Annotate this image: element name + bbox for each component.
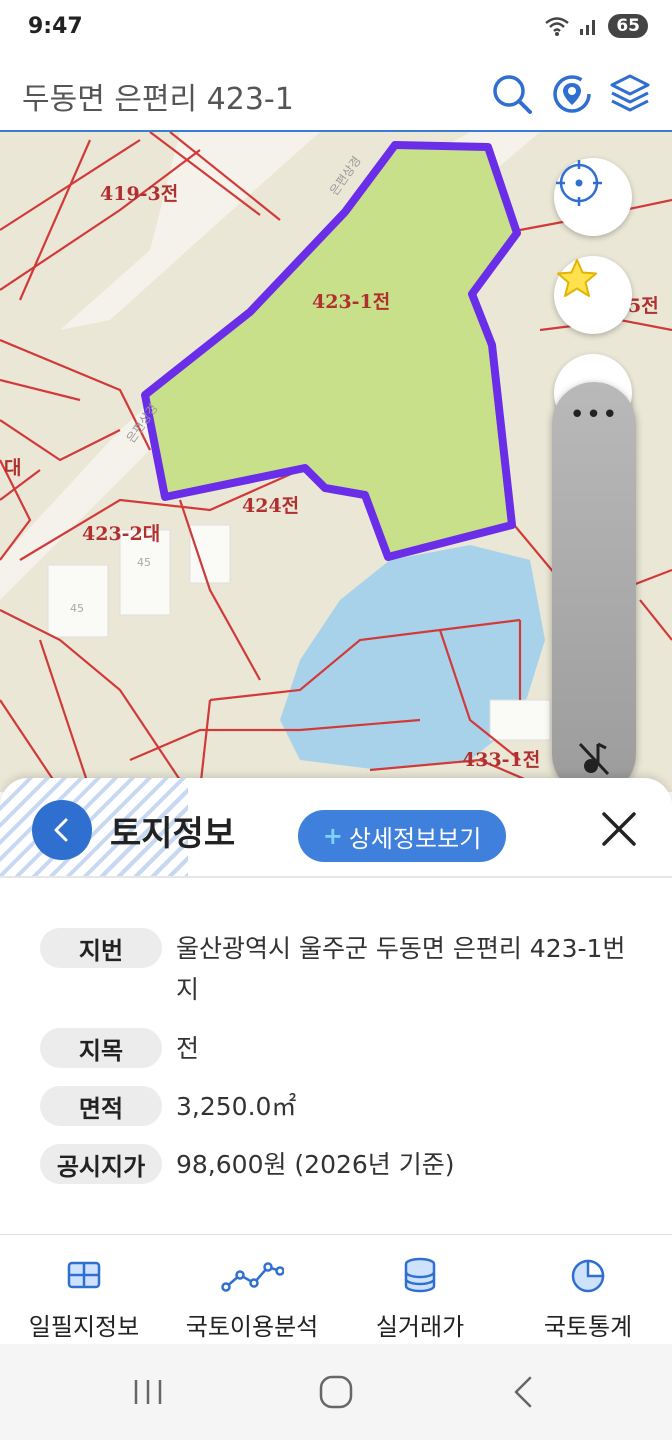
info-value: 전 [176, 1034, 200, 1063]
info-label: 지목 [40, 1028, 162, 1068]
info-value: 3,250.0㎡ [176, 1092, 297, 1121]
parcel-label: 대 [4, 457, 21, 479]
pie-chart-icon [571, 1259, 605, 1293]
info-label: 지번 [40, 928, 162, 968]
favorite-button[interactable] [554, 256, 632, 334]
close-icon[interactable] [596, 806, 642, 852]
parcel-label: 423-1전 [312, 291, 390, 313]
battery-indicator: 65 [608, 14, 648, 38]
plus-icon: + [322, 822, 343, 850]
nav-parcel-info[interactable]: 일필지정보 [0, 1235, 168, 1345]
nav-label: 일필지정보 [28, 1313, 140, 1341]
parcel-label: 433-1전 [462, 749, 540, 771]
address-title[interactable]: 두동면 은편리 423-1 [22, 74, 294, 118]
info-row-jimok: 지목 전 [40, 1028, 646, 1069]
nav-label: 실거래가 [375, 1313, 465, 1341]
wifi-icon [545, 17, 570, 36]
back-nav-icon[interactable] [500, 1368, 548, 1416]
building [189, 524, 231, 584]
star-icon [557, 259, 597, 297]
database-icon [404, 1257, 436, 1293]
info-row-area: 면적 3,250.0㎡ [40, 1086, 646, 1127]
building-label: 45 [70, 602, 84, 615]
divider [0, 876, 672, 878]
info-value: 울산광역시 울주군 두동면 은편리 423-1번지 [176, 934, 626, 1004]
bottom-navigation: 일필지정보 국토이용분석 실거래가 국토통계 [0, 1234, 672, 1344]
layers-icon[interactable] [606, 70, 654, 118]
home-icon[interactable] [312, 1368, 360, 1416]
location-refresh-icon[interactable] [548, 70, 596, 118]
parcel-label: 423-2대 [82, 523, 160, 545]
status-time: 9:47 [28, 14, 83, 39]
info-row-jibun: 지번 울산광역시 울주군 두동면 은편리 423-1번지 [40, 928, 646, 1010]
nav-land-statistics[interactable]: 국토통계 [504, 1235, 672, 1345]
nav-real-transaction[interactable]: 실거래가 [336, 1235, 504, 1345]
signal-icon [580, 20, 596, 35]
mute-music-icon[interactable] [574, 738, 614, 778]
app-header: 두동면 은편리 423-1 [0, 58, 672, 132]
info-label: 공시지가 [40, 1144, 162, 1184]
system-navigation-bar [0, 1344, 672, 1440]
back-button[interactable] [32, 800, 92, 860]
land-info-sheet: 토지정보 + 상세정보보기 지번 울산광역시 울주군 두동면 은편리 423-1… [0, 778, 672, 1238]
recent-apps-icon[interactable] [124, 1368, 172, 1416]
nav-label: 국토통계 [543, 1313, 633, 1341]
more-icon[interactable]: ••• [552, 400, 636, 430]
parcel-label: 419-3전 [100, 183, 178, 205]
building-label: 45 [137, 556, 151, 569]
current-location-button[interactable] [554, 158, 632, 236]
info-row-price: 공시지가 98,600원 (2026년 기준) [40, 1144, 646, 1185]
parcel-label: 5전 [628, 295, 659, 317]
sheet-title: 토지정보 [110, 814, 236, 854]
floating-side-panel[interactable]: ••• [552, 382, 636, 796]
line-graph-icon [221, 1262, 284, 1292]
chevron-left-icon [54, 818, 68, 842]
status-bar: 9:47 65 [0, 0, 672, 58]
view-details-label: 상세정보보기 [348, 824, 482, 853]
info-label: 면적 [40, 1086, 162, 1126]
nav-label: 국토이용분석 [185, 1313, 319, 1341]
nav-land-use-analysis[interactable]: 국토이용분석 [168, 1235, 336, 1345]
grid-map-icon [67, 1261, 101, 1289]
info-value: 98,600원 (2026년 기준) [176, 1150, 455, 1179]
building [489, 699, 551, 741]
crosshair-icon [556, 160, 602, 206]
view-details-button[interactable]: + 상세정보보기 [298, 810, 506, 862]
building [47, 564, 109, 638]
status-icons: 65 [544, 14, 648, 38]
search-icon[interactable] [488, 70, 536, 118]
parcel-label: 424전 [242, 495, 299, 517]
